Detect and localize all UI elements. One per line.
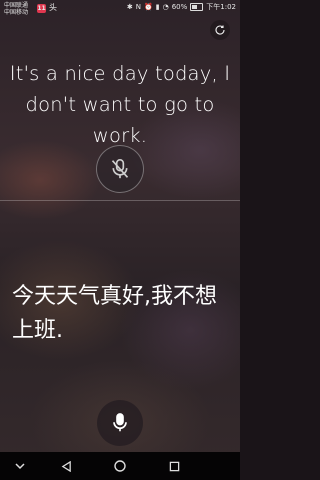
battery-icon <box>190 3 204 11</box>
rotate-icon <box>215 25 225 35</box>
chevron-down-icon <box>15 463 25 470</box>
system-nav-bar <box>0 452 240 480</box>
status-right: ✱ N ⏰ ▮ ◔ 60% 下午1:02 <box>127 3 236 11</box>
mic-icon <box>113 413 127 432</box>
recents-icon <box>169 461 179 471</box>
wifi-icon: ◔ <box>162 2 169 11</box>
nfc-icon: N <box>135 2 142 11</box>
target-translation-text: 今天天气真好,我不想上班. <box>12 284 217 343</box>
back-icon <box>61 460 71 472</box>
notification-app-icon: 头 <box>49 3 57 12</box>
alarm-icon: ⏰ <box>144 2 153 11</box>
source-mic-button[interactable] <box>96 145 144 193</box>
signal-icon: ▮ <box>155 2 160 11</box>
battery-percent: 60% <box>171 2 188 11</box>
bluetooth-icon: ✱ <box>126 2 133 11</box>
status-bar: 中国联通 中国移动 11 头 ✱ N ⏰ ▮ ◔ 60% 下午1:02 <box>0 0 240 20</box>
nav-back-button[interactable] <box>58 458 74 474</box>
clock: 下午1:02 <box>206 2 236 11</box>
nav-home-button[interactable] <box>112 458 128 474</box>
rotate-button[interactable] <box>210 20 230 40</box>
notification-badge: 11 <box>37 4 46 13</box>
nav-chevron-button[interactable] <box>12 458 28 474</box>
nav-recents-button[interactable] <box>166 458 182 474</box>
home-icon <box>114 460 126 472</box>
source-translation-text: It's a nice day today, I don't want to g… <box>9 62 231 147</box>
divider <box>0 200 240 201</box>
mic-off-icon <box>111 159 129 179</box>
target-mic-button[interactable] <box>97 400 143 446</box>
